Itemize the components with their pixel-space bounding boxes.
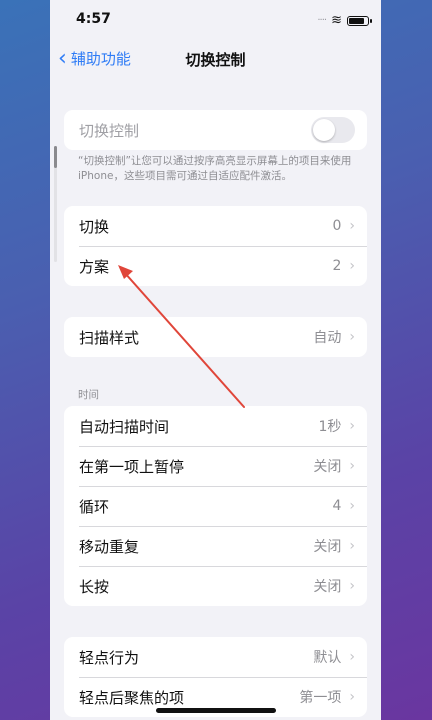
chevron-right-icon: › xyxy=(349,578,355,594)
switch-control-row: 切换控制 xyxy=(64,110,367,150)
switch-control-description: “切换控制”让您可以通过按序高亮显示屏幕上的项目来使用iPhone，这些项目需可… xyxy=(78,155,352,182)
pause-on-first-item-row[interactable]: 在第一项上暂停 关闭 › xyxy=(64,446,367,486)
scroll-thumb[interactable] xyxy=(54,146,57,168)
tap-behavior-row[interactable]: 轻点行为 默认 › xyxy=(64,637,367,677)
timing-group: 自动扫描时间 1秒 › 在第一项上暂停 关闭 › 循环 4 › 移动重复 关闭 … xyxy=(64,406,367,606)
loops-row[interactable]: 循环 4 › xyxy=(64,486,367,526)
status-icons: ···· ≋ xyxy=(317,13,372,28)
scan-style-row[interactable]: 扫描样式 自动 › xyxy=(64,317,367,357)
settings-screen: 4:57 ···· ≋ ‹ 辅助功能 切换控制 切换控制 “切换控制”让您可以通… xyxy=(50,0,381,720)
long-press-row[interactable]: 长按 关闭 › xyxy=(64,566,367,606)
chevron-right-icon: › xyxy=(349,649,355,665)
home-indicator[interactable] xyxy=(156,708,276,713)
scan-style-group: 扫描样式 自动 › xyxy=(64,317,367,357)
chevron-right-icon: › xyxy=(349,538,355,554)
move-repeat-row[interactable]: 移动重复 关闭 › xyxy=(64,526,367,566)
chevron-right-icon: › xyxy=(349,218,355,234)
scroll-indicator[interactable] xyxy=(54,146,57,262)
navigation-bar: ‹ 辅助功能 切换控制 xyxy=(50,44,381,76)
status-bar: 4:57 ···· ≋ xyxy=(50,0,381,40)
recipes-row[interactable]: 方案 2 › xyxy=(64,246,367,286)
switch-control-group: 切换控制 xyxy=(64,110,367,150)
signal-icon: ···· xyxy=(317,15,327,26)
status-time: 4:57 xyxy=(76,11,111,27)
chevron-right-icon: › xyxy=(349,458,355,474)
chevron-right-icon: › xyxy=(349,689,355,705)
timing-section-header: 时间 xyxy=(78,389,99,401)
battery-icon xyxy=(347,15,372,26)
chevron-right-icon: › xyxy=(349,258,355,274)
chevron-right-icon: › xyxy=(349,329,355,345)
switch-control-label: 切换控制 xyxy=(79,121,140,140)
chevron-right-icon: › xyxy=(349,418,355,434)
chevron-right-icon: › xyxy=(349,498,355,514)
tap-group: 轻点行为 默认 › 轻点后聚焦的项 第一项 › xyxy=(64,637,367,717)
switch-control-toggle[interactable] xyxy=(311,117,355,143)
wifi-icon: ≋ xyxy=(331,13,342,28)
page-title: 切换控制 xyxy=(185,51,246,69)
auto-scan-time-row[interactable]: 自动扫描时间 1秒 › xyxy=(64,406,367,446)
switches-row[interactable]: 切换 0 › xyxy=(64,206,367,246)
switches-group: 切换 0 › 方案 2 › xyxy=(64,206,367,286)
